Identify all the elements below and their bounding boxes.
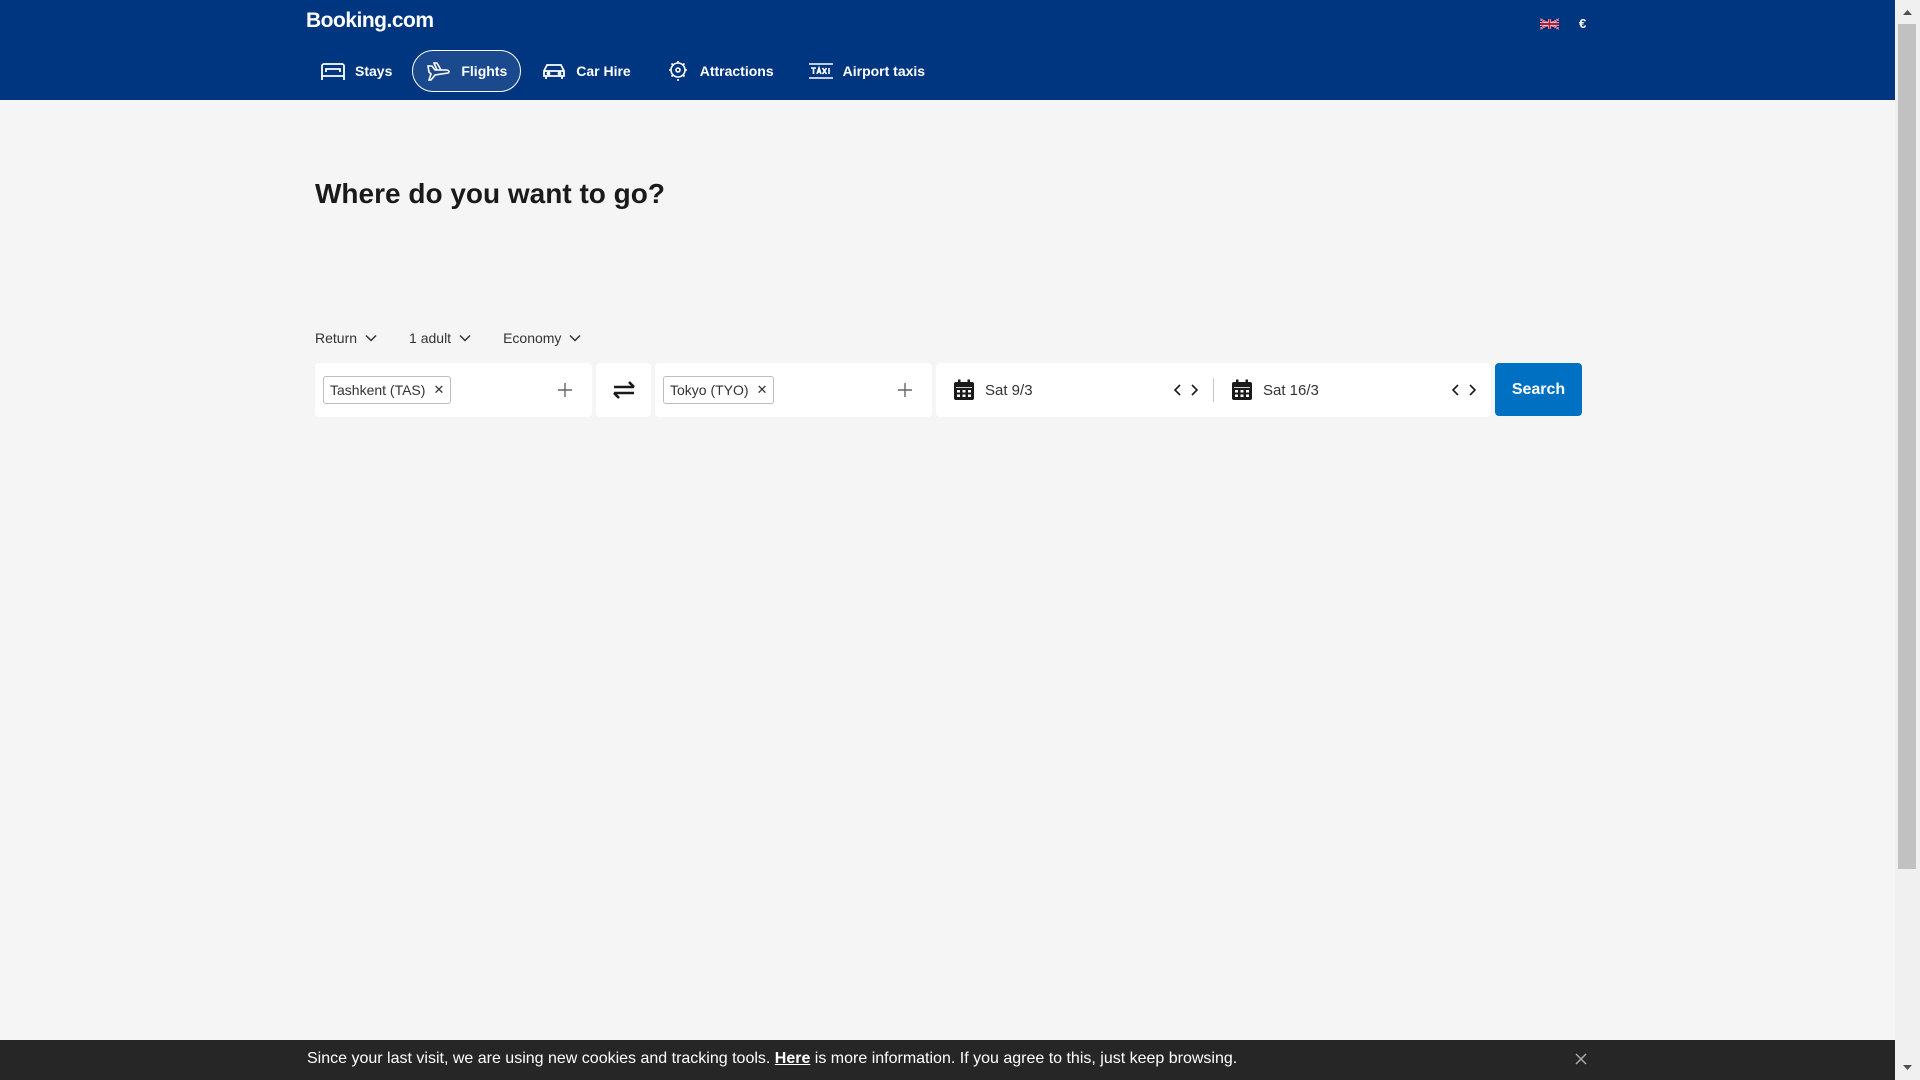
attractions-icon	[668, 61, 687, 81]
swap-locations-button[interactable]	[596, 363, 651, 417]
depart-date-value: Sat 9/3	[985, 381, 1033, 399]
scroll-down-icon[interactable]	[1895, 1056, 1920, 1080]
cookie-banner: Since your last visit, we are using new …	[0, 1040, 1895, 1080]
car-icon	[543, 64, 566, 79]
origin-chip: Tashkent (TAS) ✕	[323, 376, 452, 404]
next-day-icon[interactable]	[1468, 384, 1477, 396]
add-destination-icon[interactable]	[896, 381, 914, 399]
nav-flights-label: Flights	[461, 63, 508, 79]
depart-date-arrows	[1173, 384, 1199, 396]
flight-search-form: Tashkent (TAS) ✕ Tokyo (TYO) ✕ Sat 9/3 S…	[315, 363, 1582, 417]
taxi-icon	[808, 63, 833, 79]
next-day-icon[interactable]	[1190, 384, 1199, 396]
add-origin-icon[interactable]	[556, 381, 574, 399]
nav-flights[interactable]: Flights	[412, 50, 522, 92]
prev-day-icon[interactable]	[1173, 384, 1182, 396]
nav-car-hire-label: Car Hire	[576, 63, 631, 79]
cookie-info-link[interactable]: Here	[775, 1050, 811, 1067]
remove-origin-icon[interactable]: ✕	[433, 382, 444, 398]
scroll-up-icon[interactable]	[1895, 0, 1920, 24]
bed-icon	[321, 63, 345, 80]
product-nav: Stays Flights Car Hire Attractions Airpo…	[306, 50, 939, 92]
origin-field[interactable]: Tashkent (TAS) ✕	[315, 363, 592, 417]
travellers-label: 1 adult	[409, 330, 452, 346]
cookie-message: Since your last visit, we are using new …	[307, 1050, 1237, 1068]
destination-field[interactable]: Tokyo (TYO) ✕	[655, 363, 932, 417]
origin-value: Tashkent (TAS)	[330, 382, 426, 398]
plane-icon	[427, 62, 451, 81]
depart-date-field[interactable]: Sat 9/3	[936, 379, 1213, 401]
nav-airport-taxis[interactable]: Airport taxis	[794, 50, 939, 92]
trip-type-dropdown[interactable]: Return	[315, 330, 377, 346]
search-options: Return 1 adult Economy	[315, 330, 581, 346]
search-button[interactable]: Search	[1495, 363, 1582, 416]
calendar-icon	[954, 379, 974, 400]
cookie-text-before: Since your last visit, we are using new …	[307, 1050, 775, 1067]
site-header: Booking.com € Stays Flights Car Hire Att…	[0, 0, 1895, 100]
chevron-down-icon	[365, 334, 377, 342]
page-title: Where do you want to go?	[315, 178, 665, 209]
nav-stays[interactable]: Stays	[306, 50, 406, 92]
uk-flag-icon[interactable]	[1540, 17, 1559, 31]
nav-stays-label: Stays	[355, 63, 393, 79]
return-date-arrows	[1451, 384, 1477, 396]
return-date-value: Sat 16/3	[1263, 381, 1319, 399]
chevron-down-icon	[569, 334, 581, 342]
return-date-field[interactable]: Sat 16/3	[1214, 379, 1491, 401]
trip-type-label: Return	[315, 330, 358, 346]
dates-field: Sat 9/3 Sat 16/3	[936, 363, 1491, 417]
cabin-class-label: Economy	[503, 330, 562, 346]
nav-attractions-label: Attractions	[699, 63, 774, 79]
swap-icon	[612, 381, 635, 399]
logo[interactable]: Booking.com	[306, 9, 434, 33]
currency-selector[interactable]: €	[1579, 16, 1586, 31]
cookie-text-after: is more information. If you agree to thi…	[810, 1050, 1238, 1067]
nav-attractions[interactable]: Attractions	[651, 50, 788, 92]
nav-car-hire[interactable]: Car Hire	[527, 50, 644, 92]
close-icon[interactable]	[1574, 1052, 1588, 1066]
chevron-down-icon	[459, 334, 471, 342]
nav-airport-taxis-label: Airport taxis	[842, 63, 926, 79]
destination-value: Tokyo (TYO)	[670, 382, 749, 398]
page: Booking.com € Stays Flights Car Hire Att…	[0, 0, 1895, 1080]
header-actions: €	[1540, 16, 1586, 31]
destination-chip: Tokyo (TYO) ✕	[663, 376, 775, 404]
vertical-scrollbar[interactable]	[1895, 0, 1920, 1080]
calendar-icon	[1232, 379, 1252, 400]
cabin-class-dropdown[interactable]: Economy	[503, 330, 581, 346]
travellers-dropdown[interactable]: 1 adult	[409, 330, 471, 346]
remove-destination-icon[interactable]: ✕	[757, 382, 768, 398]
scrollbar-thumb[interactable]	[1898, 24, 1916, 869]
prev-day-icon[interactable]	[1451, 384, 1460, 396]
